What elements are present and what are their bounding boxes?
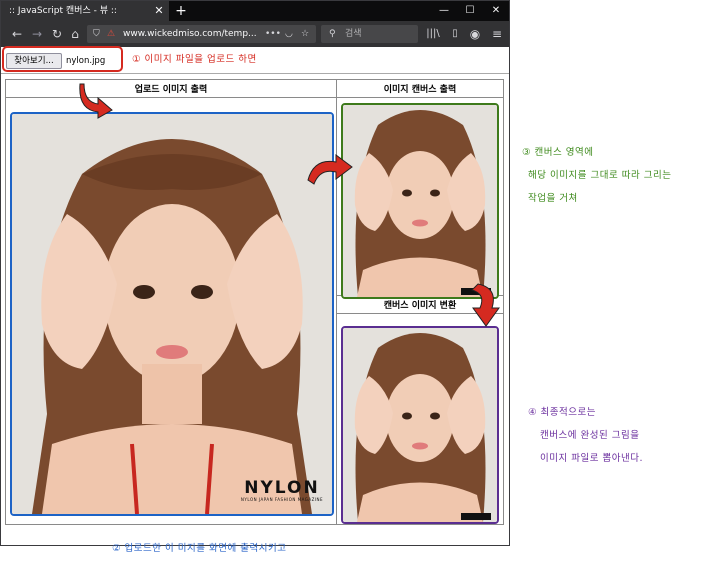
maximize-icon[interactable]: ☐ bbox=[457, 1, 483, 21]
annotation-step-3-line: 작업을 거쳐 bbox=[528, 193, 578, 204]
browser-tab[interactable]: :: JavaScript 캔버스 - 뷰 :: bbox=[1, 1, 169, 21]
annotation-step-4-line: 캔버스에 완성된 그림을 bbox=[540, 430, 640, 441]
insecure-page-icon[interactable]: ⚠ bbox=[107, 25, 115, 43]
tab-bar: :: JavaScript 캔버스 - 뷰 :: ✕ + — ☐ ✕ bbox=[1, 1, 509, 21]
file-input-highlight bbox=[2, 46, 123, 72]
minimize-icon[interactable]: — bbox=[431, 1, 457, 21]
annotation-step-3: ③ 캔버스 영역에 해당 이미지를 그대로 따라 그리는 작업을 거쳐 bbox=[522, 144, 671, 204]
home-icon[interactable]: ⌂ bbox=[67, 21, 83, 47]
annotation-step-3-line: 해당 이미지를 그대로 따라 그리는 bbox=[528, 170, 672, 181]
canvas-image-header: 이미지 캔버스 출력 bbox=[336, 79, 504, 98]
pocket-icon[interactable]: ◡ bbox=[285, 25, 293, 43]
url-text: www.wickedmiso.com/temp... bbox=[123, 29, 257, 39]
menu-icon[interactable]: ≡ bbox=[489, 21, 505, 47]
search-bar[interactable]: ⚲ 검색 bbox=[321, 25, 418, 43]
annotation-step-4-line: 이미지 파일로 뽑아낸다. bbox=[540, 453, 643, 464]
navigation-bar: ← → ↻ ⌂ ⛉ ⚠ www.wickedmiso.com/temp... •… bbox=[1, 21, 509, 47]
magazine-tagline: NYLON JAPAN FASHION MAGAZINE bbox=[240, 497, 324, 502]
account-icon[interactable]: ◉ bbox=[467, 21, 483, 47]
screenshot: :: JavaScript 캔버스 - 뷰 :: ✕ + — ☐ ✕ ← → ↻… bbox=[0, 0, 720, 568]
bookmark-star-icon[interactable]: ☆ bbox=[301, 25, 309, 43]
canvas-image bbox=[341, 103, 499, 299]
new-tab-icon[interactable]: + bbox=[174, 1, 188, 21]
sidebar-icon[interactable]: ▯ bbox=[447, 21, 463, 47]
magazine-logo: NYLON NYLON JAPAN FASHION MAGAZINE bbox=[237, 478, 327, 503]
annotation-step-3-line: ③ 캔버스 영역에 bbox=[522, 147, 594, 158]
converted-image bbox=[341, 326, 499, 524]
search-icon: ⚲ bbox=[329, 29, 336, 39]
tab-close-icon[interactable]: ✕ bbox=[152, 1, 166, 21]
search-placeholder: 검색 bbox=[345, 29, 362, 39]
tab-title: :: JavaScript 캔버스 - 뷰 :: bbox=[9, 6, 117, 16]
page-content: 찾아보기... nylon.jpg 업로드 이미지 출력 이미지 캔버스 출력 … bbox=[1, 47, 509, 545]
annotation-step-2: ② 업로드한 이 미지를 화면에 출력시키고 bbox=[112, 543, 287, 554]
arrow-step-2-icon bbox=[307, 154, 353, 185]
annotation-step-1: ① 이미지 파일을 업로드 하면 bbox=[132, 54, 257, 65]
magazine-brand: NYLON bbox=[244, 478, 320, 498]
browser-window: :: JavaScript 캔버스 - 뷰 :: ✕ + — ☐ ✕ ← → ↻… bbox=[0, 0, 510, 546]
upload-image-header: 업로드 이미지 출력 bbox=[5, 79, 337, 98]
arrow-step-1-icon bbox=[79, 83, 113, 119]
page-actions-icon[interactable]: ••• bbox=[265, 25, 281, 43]
divider bbox=[1, 73, 509, 74]
uploaded-image bbox=[10, 112, 334, 516]
close-icon[interactable]: ✕ bbox=[483, 1, 509, 21]
annotation-step-4: ④ 최종적으로는 캔버스에 완성된 그림을 이미지 파일로 뽑아낸다. bbox=[528, 404, 642, 464]
library-icon[interactable]: |||\ bbox=[425, 21, 441, 47]
tracking-shield-icon[interactable]: ⛉ bbox=[93, 25, 100, 43]
reload-icon[interactable]: ↻ bbox=[49, 21, 65, 47]
back-icon[interactable]: ← bbox=[9, 21, 25, 47]
annotation-step-4-line: ④ 최종적으로는 bbox=[528, 407, 596, 418]
arrow-step-3-icon bbox=[471, 283, 500, 327]
url-bar[interactable]: ⛉ ⚠ www.wickedmiso.com/temp... ••• ◡ ☆ bbox=[87, 25, 316, 43]
forward-icon[interactable]: → bbox=[29, 21, 45, 47]
